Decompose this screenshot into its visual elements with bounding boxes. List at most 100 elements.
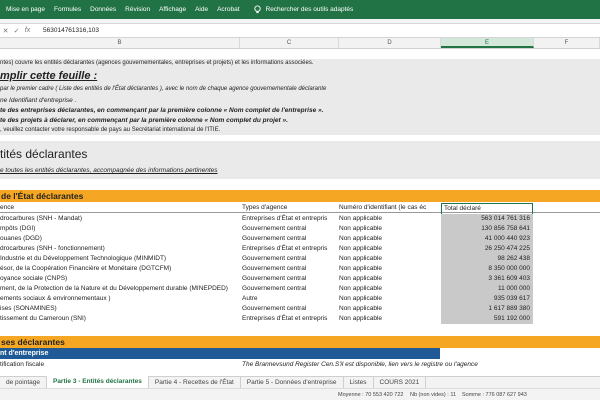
intro-line-5: te des projets à déclarer, en commençant… (0, 117, 288, 124)
cell-total[interactable]: 3 361 609 403 (441, 274, 533, 284)
tab-cours-2021[interactable]: COURS 2021 (374, 376, 427, 389)
cell-type[interactable]: Entreprises d'État et entrepris (242, 214, 338, 224)
menu-aide[interactable]: Aide (195, 6, 208, 13)
cell-type[interactable]: Entreprises d'État et entrepris (242, 244, 338, 254)
sheet-tabs: de pointage Partie 3 - Entités déclarant… (0, 375, 600, 390)
cell-type[interactable]: Gouvernement central (242, 224, 338, 234)
menu-mise-en-page[interactable]: Mise en page (6, 6, 45, 13)
tab-de-pointage[interactable]: de pointage (0, 376, 47, 389)
cell-agence[interactable]: drocarbures (SNH - Mandat) (0, 214, 240, 224)
cell-identifiant[interactable]: Non applicable (339, 224, 439, 234)
cell-agence[interactable]: mpôts (DGI) (0, 224, 240, 234)
table-row[interactable]: ment, de la Protection de la Nature et d… (0, 284, 600, 294)
cell-agence[interactable]: drocarbures (SNH - fonctionnement) (0, 244, 240, 254)
cell-total[interactable]: 563 014 761 316 (441, 214, 533, 224)
column-header-f[interactable]: F (534, 38, 600, 48)
column-header-e[interactable]: E (441, 38, 534, 48)
table-row[interactable]: mpôts (DGI) Gouvernement central Non appli… (0, 224, 600, 234)
table-row[interactable]: tissement du Cameroun (SNI) Entreprises d… (0, 314, 600, 324)
section-subtitle: e toutes les entités déclarantes, accomp… (0, 167, 218, 174)
intro-line-1: ntes) couvre les entités déclarantes (ag… (0, 60, 314, 66)
cell-identifiant[interactable]: Non applicable (339, 214, 439, 224)
worksheet-grid[interactable]: ntes) couvre les entités déclarantes (ag… (0, 49, 600, 374)
cell-identifiant[interactable]: Non applicable (339, 314, 439, 324)
cell-total[interactable]: 41 000 440 923 (441, 234, 533, 244)
cancel-icon[interactable]: ✕ (0, 27, 11, 35)
column-header-c[interactable]: C (240, 38, 339, 48)
cell-type[interactable]: Gouvernement central (242, 304, 338, 314)
table-row[interactable]: ésor, de la Coopération Financière et Mo… (0, 264, 600, 274)
cell-agence[interactable]: ises (SONAMINES) (0, 304, 240, 314)
tab-listes[interactable]: Listes (344, 376, 374, 389)
cell-identifiant[interactable]: Non applicable (339, 294, 439, 304)
cell-type[interactable]: Entreprises d'État et entrepris (242, 314, 338, 324)
state-table-title: de l'État déclarantes (0, 190, 600, 202)
column-header-d[interactable]: D (339, 38, 441, 48)
cell-total[interactable]: 935 039 617 (441, 294, 533, 304)
cell-total[interactable]: 8 350 000 000 (441, 264, 533, 274)
table-row[interactable]: oyance sociale (CNPS) Gouvernement centra… (0, 274, 600, 284)
companies-title: ses déclarantes (0, 336, 600, 348)
table-row[interactable]: drocarbures (SNH - Mandat) Entreprises d'… (0, 214, 600, 224)
confirm-icon[interactable]: ✓ (11, 27, 22, 35)
cell-type[interactable]: Gouvernement central (242, 284, 338, 294)
header-agence: ence (0, 204, 15, 211)
menu-acrobat[interactable]: Acrobat (217, 6, 239, 13)
cell-identifiant[interactable]: Non applicable (339, 264, 439, 274)
intro-line-2: par le premier cadre ( Liste des entités… (0, 86, 327, 92)
table-row[interactable]: drocarbures (SNH - fonctionnement) Entrep… (0, 244, 600, 254)
header-type[interactable]: Types d'agence (242, 203, 338, 213)
companies-row-note: The Brannevsund Register Cen.S'il est di… (242, 361, 478, 368)
cell-type[interactable]: Gouvernement central (242, 264, 338, 274)
intro-line-6: , veuillez contacter votre responsable d… (0, 127, 221, 133)
cell-agence[interactable]: Industrie et du Développement Technologi… (0, 254, 240, 264)
cell-identifiant[interactable]: Non applicable (339, 304, 439, 314)
menu-revision[interactable]: Révision (125, 6, 150, 13)
cell-agence[interactable]: ouanes (DGD) (0, 234, 240, 244)
function-icon[interactable]: fx (22, 27, 33, 34)
lightbulb-icon (253, 5, 261, 14)
intro-line-4: te des entreprises déclarantes, en comme… (0, 107, 324, 114)
cell-total[interactable]: 130 856 758 641 (441, 224, 533, 234)
companies-row: tification fiscale The Brannevsund Regis… (0, 360, 600, 370)
section-title: tités déclarantes (0, 147, 88, 161)
intro-line-3: ne Identifiant d'entreprise . (0, 97, 77, 104)
table-row[interactable]: ements sociaux & environnementaux ) Autre… (0, 294, 600, 304)
cell-total[interactable]: 26 250 474 225 (441, 244, 533, 254)
table-row[interactable]: Industrie et du Développement Technologi… (0, 254, 600, 264)
cell-total[interactable]: 591 192 000 (441, 314, 533, 324)
table-row[interactable]: ises (SONAMINES) Gouvernement central Non … (0, 304, 600, 314)
cell-type[interactable]: Gouvernement central (242, 274, 338, 284)
cell-agence[interactable]: ment, de la Protection de la Nature et d… (0, 284, 240, 294)
status-average: Moyenne : 70 553 420 722 (338, 392, 404, 398)
ribbon-menu-bar: Mise en page Formules Données Révision A… (0, 0, 600, 19)
cell-type[interactable]: Gouvernement central (242, 254, 338, 264)
tell-me-label: Rechercher des outils adaptés (265, 6, 354, 13)
tab-partie-4[interactable]: Partie 4 - Recettes de l'État (149, 376, 241, 389)
status-bar: Moyenne : 70 553 420 722 Nb (non vides) … (0, 388, 600, 400)
cell-total[interactable]: 11 000 000 (441, 284, 533, 294)
table-row[interactable]: ouanes (DGD) Gouvernement central Non appl… (0, 234, 600, 244)
cell-type[interactable]: Gouvernement central (242, 234, 338, 244)
cell-identifiant[interactable]: Non applicable (339, 274, 439, 284)
cell-agence[interactable]: ésor, de la Coopération Financière et Mo… (0, 264, 240, 274)
state-table-header: ence Types d'agence Numéro d'identifiant… (0, 203, 600, 215)
cell-total[interactable]: 98 262 438 (441, 254, 533, 264)
cell-agence[interactable]: oyance sociale (CNPS) (0, 274, 240, 284)
cell-agence[interactable]: ements sociaux & environnementaux ) (0, 294, 240, 304)
cell-identifiant[interactable]: Non applicable (339, 284, 439, 294)
column-header-b[interactable]: B (0, 38, 240, 48)
cell-identifiant[interactable]: Non applicable (339, 234, 439, 244)
tell-me-search[interactable]: Rechercher des outils adaptés (253, 5, 354, 14)
cell-total[interactable]: 1 617 889 380 (441, 304, 533, 314)
header-identifiant[interactable]: Numéro d'identifiant (le cas éc (339, 203, 439, 213)
tab-partie-5[interactable]: Partie 5 - Données d'entreprise (241, 376, 344, 389)
cell-identifiant[interactable]: Non applicable (339, 244, 439, 254)
menu-formules[interactable]: Formules (54, 6, 81, 13)
cell-identifiant[interactable]: Non applicable (339, 254, 439, 264)
formula-input[interactable]: 563014761316,103 (43, 27, 99, 34)
menu-donnees[interactable]: Données (90, 6, 116, 13)
menu-affichage[interactable]: Affichage (159, 6, 186, 13)
cell-type[interactable]: Autre (242, 294, 338, 304)
cell-agence[interactable]: tissement du Cameroun (SNI) (0, 314, 240, 324)
